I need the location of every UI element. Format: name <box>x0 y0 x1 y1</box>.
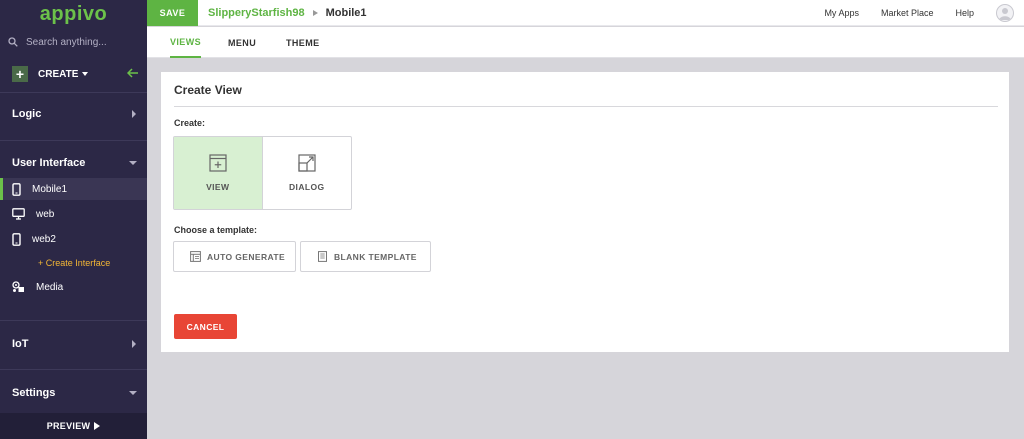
sidebar: appivo Search anything... + CREATE Logic… <box>0 0 147 439</box>
market-place-link[interactable]: Market Place <box>881 8 934 18</box>
preview-label: PREVIEW <box>46 421 91 431</box>
desktop-icon <box>12 208 25 220</box>
plus-icon: + <box>12 66 28 82</box>
search-input[interactable]: Search anything... <box>0 32 147 52</box>
choice-view[interactable]: VIEW <box>174 137 263 209</box>
section-logic[interactable]: Logic <box>0 102 147 126</box>
breadcrumb-separator-icon <box>312 9 318 16</box>
sidebar-item-label: web <box>36 208 55 220</box>
blank-template-icon <box>318 251 327 262</box>
appivo-logo[interactable]: appivo <box>0 0 147 26</box>
preview-button[interactable]: PREVIEW <box>0 413 147 439</box>
create-interface-link[interactable]: + Create Interface <box>38 258 110 268</box>
top-bar: SAVE SlipperyStarfish98 Mobile1 My Apps … <box>147 0 1024 26</box>
sidebar-item-web[interactable]: web <box>0 203 147 225</box>
section-settings-label: Settings <box>12 387 56 399</box>
tab-views[interactable]: VIEWS <box>170 27 202 58</box>
auto-generate-button[interactable]: AUTO GENERATE <box>173 241 296 272</box>
tab-theme[interactable]: THEME <box>286 27 320 58</box>
search-icon <box>8 37 18 47</box>
divider <box>0 140 147 141</box>
sidebar-item-web2[interactable]: web2 <box>0 228 147 250</box>
section-iot-label: IoT <box>12 338 29 350</box>
section-logic-label: Logic <box>12 108 42 120</box>
chevron-right-icon <box>132 110 136 118</box>
mobile-icon <box>12 182 21 196</box>
chevron-right-icon <box>132 340 136 348</box>
blank-template-button[interactable]: BLANK TEMPLATE <box>300 241 431 272</box>
create-type-group: VIEW DIALOG <box>173 136 352 210</box>
section-user-interface-label: User Interface <box>12 157 86 169</box>
avatar[interactable] <box>996 4 1014 22</box>
divider <box>0 369 147 370</box>
top-nav: My Apps Market Place Help <box>824 0 1024 26</box>
sidebar-item-mobile1[interactable]: Mobile1 <box>0 178 147 200</box>
caret-down-icon <box>82 72 89 76</box>
mobile-icon <box>12 232 21 246</box>
chevron-down-icon <box>129 391 137 395</box>
divider <box>0 320 147 321</box>
chevron-down-icon <box>129 161 137 165</box>
divider <box>174 106 998 107</box>
sidebar-item-label: Mobile1 <box>32 183 68 195</box>
breadcrumb-app[interactable]: SlipperyStarfish98 <box>208 7 305 19</box>
choice-view-label: VIEW <box>206 182 230 192</box>
auto-generate-label: AUTO GENERATE <box>207 251 286 262</box>
sidebar-item-label: Media <box>36 281 64 293</box>
play-icon <box>94 422 101 430</box>
breadcrumb-view: Mobile1 <box>325 6 367 19</box>
user-icon <box>999 8 1011 20</box>
create-menu[interactable]: + CREATE <box>0 64 147 84</box>
media-icon <box>12 281 24 292</box>
create-label: CREATE <box>38 68 79 80</box>
sidebar-item-media[interactable]: Media <box>0 276 147 298</box>
blank-template-label: BLANK TEMPLATE <box>334 251 417 262</box>
section-user-interface[interactable]: User Interface <box>0 151 147 175</box>
search-placeholder: Search anything... <box>26 36 107 48</box>
create-view-panel: Create View Create: VIEW DIALOG Choose a… <box>161 72 1009 352</box>
collapse-arrow-icon[interactable] <box>127 67 139 79</box>
tab-bar: VIEWS MENU THEME <box>147 27 1024 58</box>
page-title: Create View <box>174 83 242 97</box>
section-iot[interactable]: IoT <box>0 332 147 356</box>
view-icon <box>209 154 227 172</box>
create-label: Create: <box>174 118 206 128</box>
template-label: Choose a template: <box>174 225 258 235</box>
choice-dialog[interactable]: DIALOG <box>263 137 352 209</box>
choice-dialog-label: DIALOG <box>289 182 325 192</box>
section-settings[interactable]: Settings <box>0 381 147 405</box>
divider <box>0 92 147 93</box>
tab-menu[interactable]: MENU <box>228 27 256 58</box>
save-button[interactable]: SAVE <box>147 0 198 26</box>
auto-generate-icon <box>190 251 201 262</box>
my-apps-link[interactable]: My Apps <box>824 8 859 18</box>
help-link[interactable]: Help <box>955 8 974 18</box>
cancel-button[interactable]: CANCEL <box>174 314 237 339</box>
sidebar-item-label: web2 <box>32 233 56 245</box>
dialog-icon <box>298 154 316 172</box>
